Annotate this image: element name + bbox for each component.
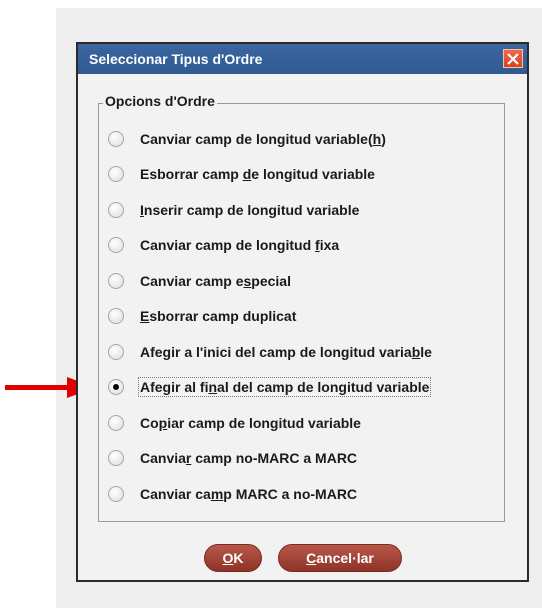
- close-icon: [507, 53, 519, 65]
- title-bar: Seleccionar Tipus d'Ordre: [78, 44, 527, 74]
- option-nonmarc-to-marc[interactable]: Canviar camp no-MARC a MARC: [108, 445, 359, 471]
- dialog-title: Seleccionar Tipus d'Ordre: [89, 51, 263, 67]
- option-label: Canviar camp de longitud variable(h): [140, 131, 386, 147]
- option-change-fixed-field[interactable]: Canviar camp de longitud fixa: [108, 232, 341, 258]
- option-copy-variable-field[interactable]: Copiar camp de longitud variable: [108, 410, 363, 436]
- radio-button[interactable]: [108, 131, 124, 147]
- option-prepend-variable-field[interactable]: Afegir a l'inici del camp de longitud va…: [108, 339, 434, 365]
- close-button[interactable]: [503, 49, 523, 68]
- group-label: Opcions d'Ordre: [103, 93, 217, 109]
- option-change-variable-field[interactable]: Canviar camp de longitud variable(h): [108, 126, 388, 152]
- radio-button[interactable]: [108, 273, 124, 289]
- option-label: Canviar camp no-MARC a MARC: [140, 450, 358, 466]
- ok-button[interactable]: OK: [204, 544, 262, 572]
- radio-button[interactable]: [108, 344, 124, 360]
- radio-button[interactable]: [108, 166, 124, 182]
- option-append-variable-field[interactable]: Afegir al final del camp de longitud var…: [108, 374, 432, 400]
- option-label: Inserir camp de longitud variable: [140, 202, 360, 218]
- option-marc-to-nonmarc[interactable]: Canviar camp MARC a no-MARC: [108, 481, 359, 507]
- option-delete-variable-field[interactable]: Esborrar camp de longitud variable: [108, 161, 377, 187]
- option-label: Afegir al final del camp de longitud var…: [138, 377, 432, 397]
- radio-button[interactable]: [108, 450, 124, 466]
- select-order-type-dialog: Seleccionar Tipus d'Ordre Opcions d'Ordr…: [76, 42, 529, 582]
- option-change-special-field[interactable]: Canviar camp especial: [108, 268, 293, 294]
- radio-button[interactable]: [108, 308, 124, 324]
- radio-button[interactable]: [108, 486, 124, 502]
- radio-button[interactable]: [108, 202, 124, 218]
- option-label: Canviar camp especial: [140, 273, 291, 289]
- option-label: Copiar camp de longitud variable: [140, 415, 361, 431]
- radio-button[interactable]: [108, 237, 124, 253]
- option-label: Esborrar camp de longitud variable: [140, 166, 375, 182]
- option-label: Canviar camp de longitud fixa: [140, 237, 340, 253]
- option-label: Esborrar camp duplicat: [140, 308, 297, 324]
- radio-button[interactable]: [108, 415, 124, 431]
- option-label: Afegir a l'inici del camp de longitud va…: [140, 344, 432, 360]
- option-delete-duplicate-field[interactable]: Esborrar camp duplicat: [108, 303, 298, 329]
- radio-button-selected[interactable]: [108, 379, 124, 395]
- option-label: Canviar camp MARC a no-MARC: [140, 486, 358, 502]
- option-insert-variable-field[interactable]: Inserir camp de longitud variable: [108, 197, 361, 223]
- cancel-button[interactable]: Cancel·lar: [278, 544, 402, 572]
